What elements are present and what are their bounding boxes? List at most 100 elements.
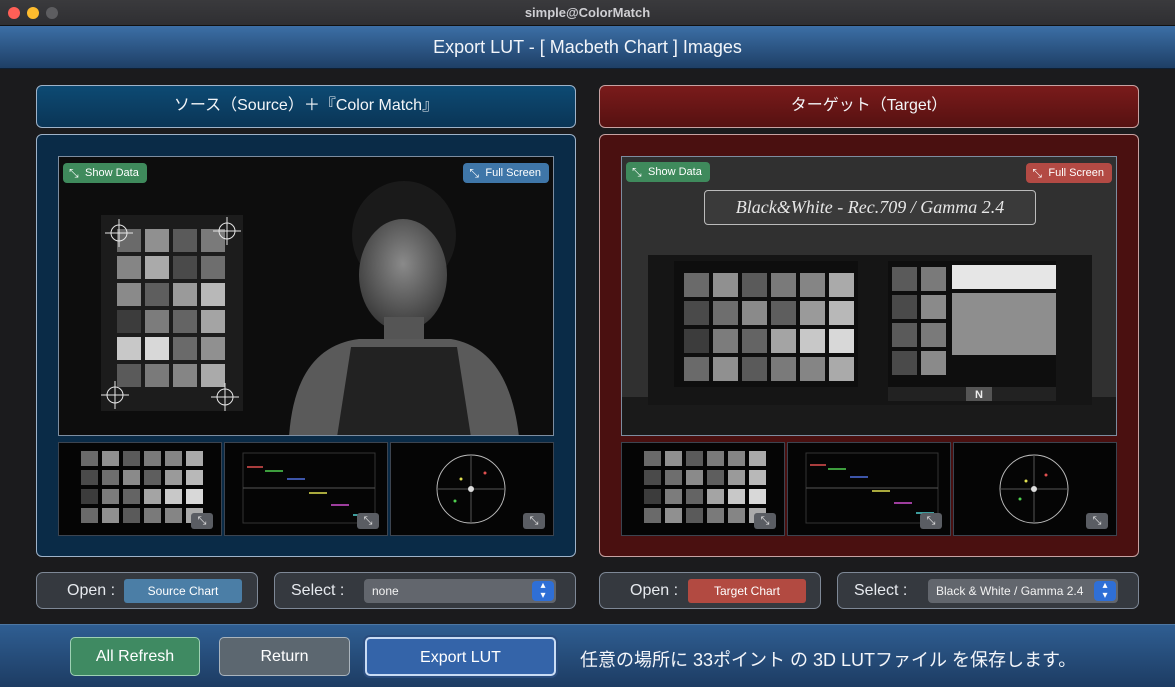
color-patch (117, 310, 141, 333)
color-patch (117, 364, 141, 387)
color-patch (728, 470, 745, 485)
target-full-screen-button[interactable]: ⤡ Full Screen (1026, 163, 1112, 183)
color-patch (144, 508, 161, 523)
color-patch (173, 283, 197, 306)
color-patch (684, 273, 709, 297)
target-panel-title: ターゲット（Target） (599, 85, 1139, 128)
color-patch (684, 329, 709, 353)
color-patch (81, 508, 98, 523)
source-show-data-button[interactable]: ⤡ Show Data (63, 163, 147, 183)
source-full-screen-button[interactable]: ⤡ Full Screen (463, 163, 549, 183)
expand-scope-button[interactable]: ⤡ (523, 513, 545, 529)
color-patch (771, 301, 796, 325)
expand-scope-button[interactable]: ⤡ (191, 513, 213, 529)
color-patch (201, 256, 225, 279)
color-patch (165, 489, 182, 504)
color-patch (686, 489, 703, 504)
color-patch (892, 295, 917, 319)
color-patch (728, 451, 745, 466)
color-patch (749, 470, 766, 485)
target-show-data-button[interactable]: ⤡ Show Data (626, 162, 710, 182)
color-patch (145, 364, 169, 387)
expand-arrows-icon: ⤡ (1032, 166, 1042, 180)
expand-scope-button[interactable]: ⤡ (754, 513, 776, 529)
color-patch (102, 489, 119, 504)
source-panel-title: ソース（Source）＋『Color Match』 (36, 85, 576, 128)
color-patch (201, 337, 225, 360)
color-patch (800, 301, 825, 325)
color-patch (644, 451, 661, 466)
expand-arrows-icon: ⤡ (529, 515, 539, 527)
color-patch (102, 451, 119, 466)
return-button[interactable]: Return (219, 637, 350, 676)
color-patch (829, 357, 854, 381)
color-patch (165, 508, 182, 523)
color-patch (644, 508, 661, 523)
source-image (59, 157, 553, 435)
updown-chevron-icon: ▴ ▾ (532, 581, 554, 601)
source-vectorscope: ⤡ (390, 442, 554, 536)
color-patch (165, 451, 182, 466)
color-patch (684, 357, 709, 381)
page-title: Export LUT - [ Macbeth Chart ] Images (433, 37, 742, 57)
color-patch (173, 337, 197, 360)
expand-arrows-icon: ⤡ (197, 515, 207, 527)
color-patch (742, 273, 767, 297)
source-select[interactable]: none ▴ ▾ (364, 579, 556, 603)
color-patch (686, 508, 703, 523)
color-patch (742, 329, 767, 353)
color-patch (742, 301, 767, 325)
color-patch (749, 451, 766, 466)
color-patch (742, 357, 767, 381)
color-patch (145, 256, 169, 279)
color-patch (921, 323, 946, 347)
color-patch (145, 337, 169, 360)
color-patch (771, 357, 796, 381)
header-bar: Export LUT - [ Macbeth Chart ] Images (0, 26, 1175, 69)
color-patch (173, 364, 197, 387)
color-patch (686, 470, 703, 485)
status-message: 任意の場所に 33ポイント の 3D LUTファイル を保存します。 (580, 650, 1077, 670)
all-refresh-button[interactable]: All Refresh (70, 637, 200, 676)
color-patch (921, 267, 946, 291)
slate-mark: N (975, 389, 983, 401)
target-open-label: Open : (630, 582, 679, 599)
color-patch (771, 329, 796, 353)
color-patch (201, 364, 225, 387)
color-patch (81, 489, 98, 504)
color-patch (102, 470, 119, 485)
expand-scope-button[interactable]: ⤡ (357, 513, 379, 529)
expand-arrows-icon: ⤡ (1092, 515, 1102, 527)
source-select-group: Select : none ▴ ▾ (274, 572, 576, 609)
color-patch (707, 451, 724, 466)
color-patch (665, 489, 682, 504)
color-patch (665, 470, 682, 485)
color-patch (728, 489, 745, 504)
color-patch (186, 489, 203, 504)
color-patch (829, 329, 854, 353)
source-chart-button[interactable]: Source Chart (124, 579, 242, 603)
color-patch (165, 470, 182, 485)
color-patch (173, 256, 197, 279)
color-patch (707, 470, 724, 485)
expand-scope-button[interactable]: ⤡ (920, 513, 942, 529)
color-patch (186, 470, 203, 485)
expand-arrows-icon: ⤡ (760, 515, 770, 527)
color-patch (145, 229, 169, 252)
expand-arrows-icon: ⤡ (469, 166, 479, 180)
color-patch (145, 310, 169, 333)
color-patch (707, 489, 724, 504)
target-image-view: N Black&White - Rec.709 / Gamma 2.4 ⤡ Sho… (621, 156, 1117, 436)
target-select[interactable]: Black & White / Gamma 2.4 ▴ ▾ (928, 579, 1118, 603)
color-patch (892, 351, 917, 375)
expand-scope-button[interactable]: ⤡ (1086, 513, 1108, 529)
source-scopes: ⤡ ⤡ ⤡ (58, 442, 554, 536)
source-open-label: Open : (67, 582, 116, 599)
color-patch (144, 470, 161, 485)
target-select-label: Select : (854, 582, 908, 599)
color-patch (713, 301, 738, 325)
export-lut-button[interactable]: Export LUT (365, 637, 556, 676)
color-patch (892, 267, 917, 291)
target-chart-button[interactable]: Target Chart (688, 579, 806, 603)
color-patch (800, 357, 825, 381)
